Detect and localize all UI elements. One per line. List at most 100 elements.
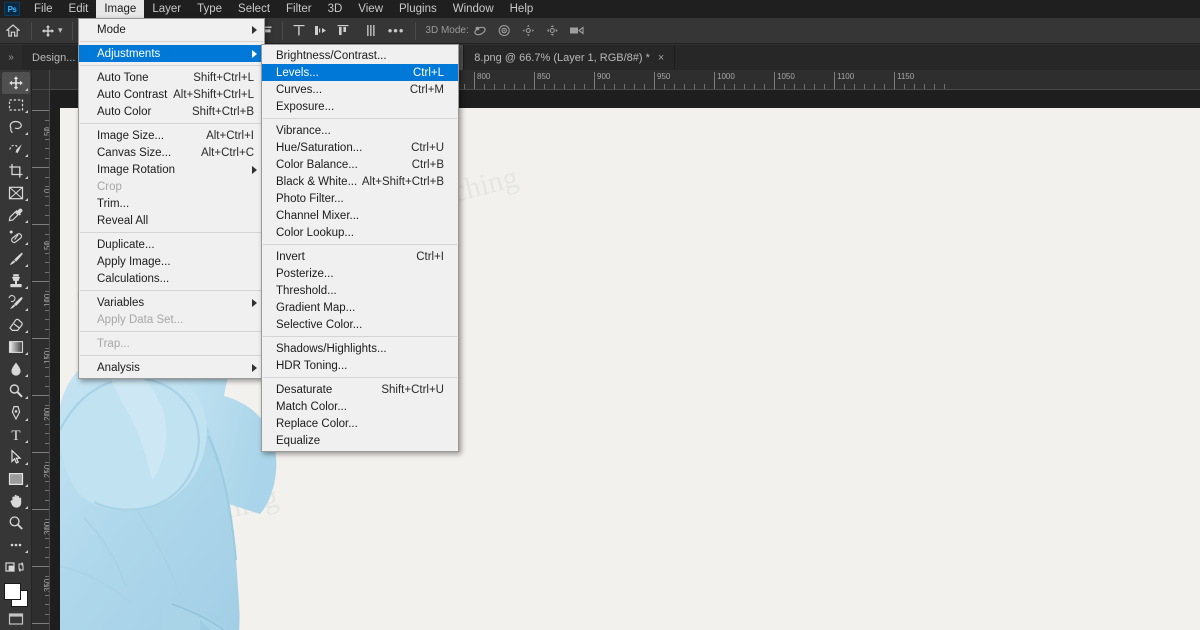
distribute-bottom-icon[interactable] [332,21,354,41]
edit-toolbar-tool[interactable] [2,534,30,556]
scale-3d-camera-icon[interactable] [565,21,589,41]
menu-image[interactable]: Image [96,0,144,18]
menu-item-photo-filter[interactable]: Photo Filter... [262,190,458,207]
menu-item-calculations[interactable]: Calculations... [79,270,264,287]
rectangular-marquee-tool[interactable] [2,94,30,116]
menu-item-image-size[interactable]: Image Size...Alt+Ctrl+I [79,127,264,144]
vertical-ruler[interactable]: 50050100150200250300350400 [32,90,50,630]
crop-tool[interactable] [2,160,30,182]
eraser-tool[interactable] [2,314,30,336]
screen-mode-tool[interactable] [2,608,30,630]
menu-item-shadows-highlights[interactable]: Shadows/Highlights... [262,340,458,357]
distribute-vertical-centers-icon[interactable] [310,21,332,41]
menu-item-levels[interactable]: Levels...Ctrl+L [262,64,458,81]
menu-item-brightness-contrast[interactable]: Brightness/Contrast... [262,47,458,64]
ruler-minor-tick [524,84,525,89]
menu-item-replace-color[interactable]: Replace Color... [262,415,458,432]
rotate-3d-icon[interactable] [469,21,493,41]
move-tool-indicator[interactable]: ▾ [37,24,67,38]
menu-filter[interactable]: Filter [278,0,320,18]
menu-item-analysis[interactable]: Analysis [79,359,264,376]
menu-item-reveal-all[interactable]: Reveal All [79,212,264,229]
history-brush-tool[interactable] [2,292,30,314]
roll-3d-icon[interactable] [493,21,517,41]
frame-tool[interactable] [2,182,30,204]
menu-item-black-white[interactable]: Black & White...Alt+Shift+Ctrl+B [262,173,458,190]
ruler-origin-corner[interactable] [32,70,50,90]
menu-item-exposure[interactable]: Exposure... [262,98,458,115]
menu-item-auto-contrast[interactable]: Auto ContrastAlt+Shift+Ctrl+L [79,86,264,103]
menu-item-threshold[interactable]: Threshold... [262,282,458,299]
menu-item-auto-color[interactable]: Auto ColorShift+Ctrl+B [79,103,264,120]
menu-item-label: Threshold... [276,285,337,297]
menu-item-color-balance[interactable]: Color Balance...Ctrl+B [262,156,458,173]
menu-help[interactable]: Help [502,0,542,18]
menu-type[interactable]: Type [189,0,230,18]
menu-item-apply-image[interactable]: Apply Image... [79,253,264,270]
spot-healing-brush-tool[interactable] [2,226,30,248]
menu-item-canvas-size[interactable]: Canvas Size...Alt+Ctrl+C [79,144,264,161]
horizontal-type-tool[interactable]: T [2,424,30,446]
foreground-color-swatch[interactable] [4,583,21,600]
adjustments-submenu[interactable]: Brightness/Contrast...Levels...Ctrl+LCur… [261,44,459,452]
clone-stamp-tool[interactable] [2,270,30,292]
menu-item-desaturate[interactable]: DesaturateShift+Ctrl+U [262,381,458,398]
tab-overflow-button[interactable]: » [0,45,22,70]
brush-tool[interactable] [2,248,30,270]
menu-view[interactable]: View [350,0,391,18]
menu-item-mode[interactable]: Mode [79,21,264,38]
menu-item-trim[interactable]: Trim... [79,195,264,212]
menu-item-vibrance[interactable]: Vibrance... [262,122,458,139]
color-swatches[interactable] [3,582,29,605]
menu-item-hdr-toning[interactable]: HDR Toning... [262,357,458,374]
blur-tool[interactable] [2,358,30,380]
menu-item-duplicate[interactable]: Duplicate... [79,236,264,253]
hand-tool[interactable] [2,490,30,512]
more-options-button[interactable]: ••• [382,23,411,38]
menu-item-adjustments[interactable]: Adjustments [79,45,264,62]
menu-item-color-lookup[interactable]: Color Lookup... [262,224,458,241]
menu-plugins[interactable]: Plugins [391,0,445,18]
menu-item-auto-tone[interactable]: Auto ToneShift+Ctrl+L [79,69,264,86]
image-menu-dropdown[interactable]: ModeAdjustmentsAuto ToneShift+Ctrl+LAuto… [78,18,265,379]
distribute-left-icon[interactable] [360,21,382,41]
rectangle-tool[interactable] [2,468,30,490]
menu-item-variables[interactable]: Variables [79,294,264,311]
zoom-tool[interactable] [2,512,30,534]
menu-item-shortcut: Alt+Shift+Ctrl+B [362,176,452,188]
menu-item-curves[interactable]: Curves...Ctrl+M [262,81,458,98]
dodge-tool[interactable] [2,380,30,402]
pan-3d-icon[interactable] [517,21,541,41]
menu-select[interactable]: Select [230,0,278,18]
lasso-tool[interactable] [2,116,30,138]
quick-mask-toggle[interactable] [2,556,30,578]
pen-tool[interactable] [2,402,30,424]
ruler-label: 850 [537,73,550,81]
move-tool[interactable] [2,72,30,94]
distribute-top-icon[interactable] [288,21,310,41]
home-icon[interactable] [0,24,26,37]
menu-edit[interactable]: Edit [61,0,97,18]
ruler-minor-tick [854,84,855,89]
menu-item-hue-saturation[interactable]: Hue/Saturation...Ctrl+U [262,139,458,156]
menu-file[interactable]: File [26,0,61,18]
path-selection-tool[interactable] [2,446,30,468]
close-tab-icon[interactable]: × [658,52,664,64]
menu-item-selective-color[interactable]: Selective Color... [262,316,458,333]
menu-item-label: Photo Filter... [276,193,344,205]
eyedropper-tool[interactable] [2,204,30,226]
menu-item-posterize[interactable]: Posterize... [262,265,458,282]
menu-item-image-rotation[interactable]: Image Rotation [79,161,264,178]
document-tab[interactable]: 8.png @ 66.7% (Layer 1, RGB/8#) *× [464,45,675,70]
menu-window[interactable]: Window [445,0,502,18]
menu-layer[interactable]: Layer [144,0,189,18]
slide-3d-icon[interactable] [541,21,565,41]
menu-item-channel-mixer[interactable]: Channel Mixer... [262,207,458,224]
object-selection-tool[interactable] [2,138,30,160]
menu-item-match-color[interactable]: Match Color... [262,398,458,415]
gradient-tool[interactable] [2,336,30,358]
menu-item-invert[interactable]: InvertCtrl+I [262,248,458,265]
menu-item-equalize[interactable]: Equalize [262,432,458,449]
menu-item-gradient-map[interactable]: Gradient Map... [262,299,458,316]
menu-3d[interactable]: 3D [320,0,351,18]
